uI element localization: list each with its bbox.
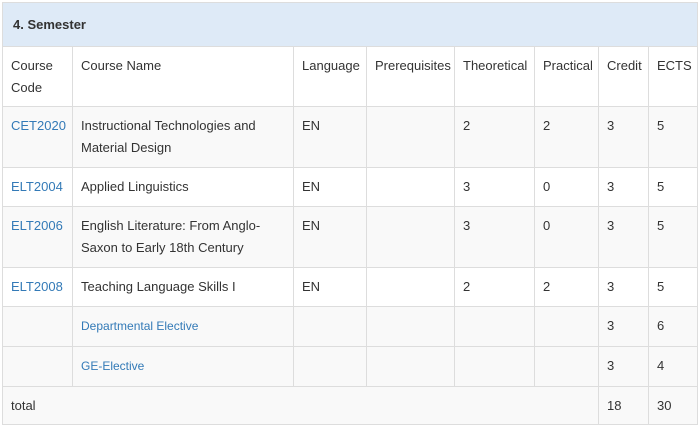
header-theoretical: Theoretical <box>454 46 535 107</box>
course-name: Teaching Language Skills I <box>72 267 294 307</box>
elective-ects: 6 <box>648 306 698 347</box>
empty-cell <box>293 346 367 387</box>
course-prerequisites <box>366 267 455 307</box>
course-ects: 5 <box>648 206 698 268</box>
course-practical: 0 <box>534 167 599 207</box>
elective-row: Departmental Elective 3 6 <box>2 306 698 347</box>
course-theoretical: 3 <box>454 167 535 207</box>
course-language: EN <box>293 106 367 168</box>
course-language: EN <box>293 206 367 268</box>
table-row: ELT2008 Teaching Language Skills I EN 2 … <box>2 267 698 307</box>
course-ects: 5 <box>648 267 698 307</box>
total-label: total <box>2 386 599 425</box>
course-credit: 3 <box>598 206 649 268</box>
header-ects: ECTS <box>648 46 698 107</box>
empty-cell <box>534 346 599 387</box>
course-ects: 5 <box>648 106 698 168</box>
elective-row: GE-Elective 3 4 <box>2 346 698 387</box>
course-code-link[interactable]: ELT2004 <box>11 179 63 194</box>
course-practical: 2 <box>534 267 599 307</box>
header-language: Language <box>293 46 367 107</box>
course-theoretical: 2 <box>454 106 535 168</box>
course-credit: 3 <box>598 167 649 207</box>
header-credit: Credit <box>598 46 649 107</box>
elective-credit: 3 <box>598 306 649 347</box>
total-row: total 18 30 <box>2 386 698 425</box>
header-course-name: Course Name <box>72 46 294 107</box>
header-prerequisites: Prerequisites <box>366 46 455 107</box>
total-credit: 18 <box>598 386 649 425</box>
empty-cell <box>2 346 73 387</box>
course-language: EN <box>293 167 367 207</box>
course-prerequisites <box>366 206 455 268</box>
course-name: Applied Linguistics <box>72 167 294 207</box>
elective-link[interactable]: GE-Elective <box>81 359 144 373</box>
total-ects: 30 <box>648 386 698 425</box>
course-theoretical: 2 <box>454 267 535 307</box>
empty-cell <box>293 306 367 347</box>
course-language: EN <box>293 267 367 307</box>
semester-title: 4. Semester <box>2 2 698 47</box>
course-table: 4. Semester Course Code Course Name Lang… <box>2 2 698 425</box>
empty-cell <box>2 306 73 347</box>
table-row: CET2020 Instructional Technologies and M… <box>2 106 698 168</box>
course-ects: 5 <box>648 167 698 207</box>
course-prerequisites <box>366 106 455 168</box>
course-prerequisites <box>366 167 455 207</box>
empty-cell <box>366 346 455 387</box>
course-practical: 0 <box>534 206 599 268</box>
course-code-link[interactable]: ELT2006 <box>11 218 63 233</box>
course-code-link[interactable]: ELT2008 <box>11 279 63 294</box>
empty-cell <box>454 306 535 347</box>
header-course-code: Course Code <box>2 46 73 107</box>
course-name: Instructional Technologies and Material … <box>72 106 294 168</box>
elective-link[interactable]: Departmental Elective <box>81 319 198 333</box>
elective-credit: 3 <box>598 346 649 387</box>
course-name: English Literature: From Anglo-Saxon to … <box>72 206 294 268</box>
table-row: ELT2006 English Literature: From Anglo-S… <box>2 206 698 268</box>
empty-cell <box>534 306 599 347</box>
course-credit: 3 <box>598 267 649 307</box>
course-theoretical: 3 <box>454 206 535 268</box>
course-code-link[interactable]: CET2020 <box>11 118 66 133</box>
header-practical: Practical <box>534 46 599 107</box>
course-practical: 2 <box>534 106 599 168</box>
semester-table-container: 4. Semester Course Code Course Name Lang… <box>2 2 698 425</box>
table-row: ELT2004 Applied Linguistics EN 3 0 3 5 <box>2 167 698 207</box>
empty-cell <box>454 346 535 387</box>
elective-ects: 4 <box>648 346 698 387</box>
empty-cell <box>366 306 455 347</box>
course-credit: 3 <box>598 106 649 168</box>
